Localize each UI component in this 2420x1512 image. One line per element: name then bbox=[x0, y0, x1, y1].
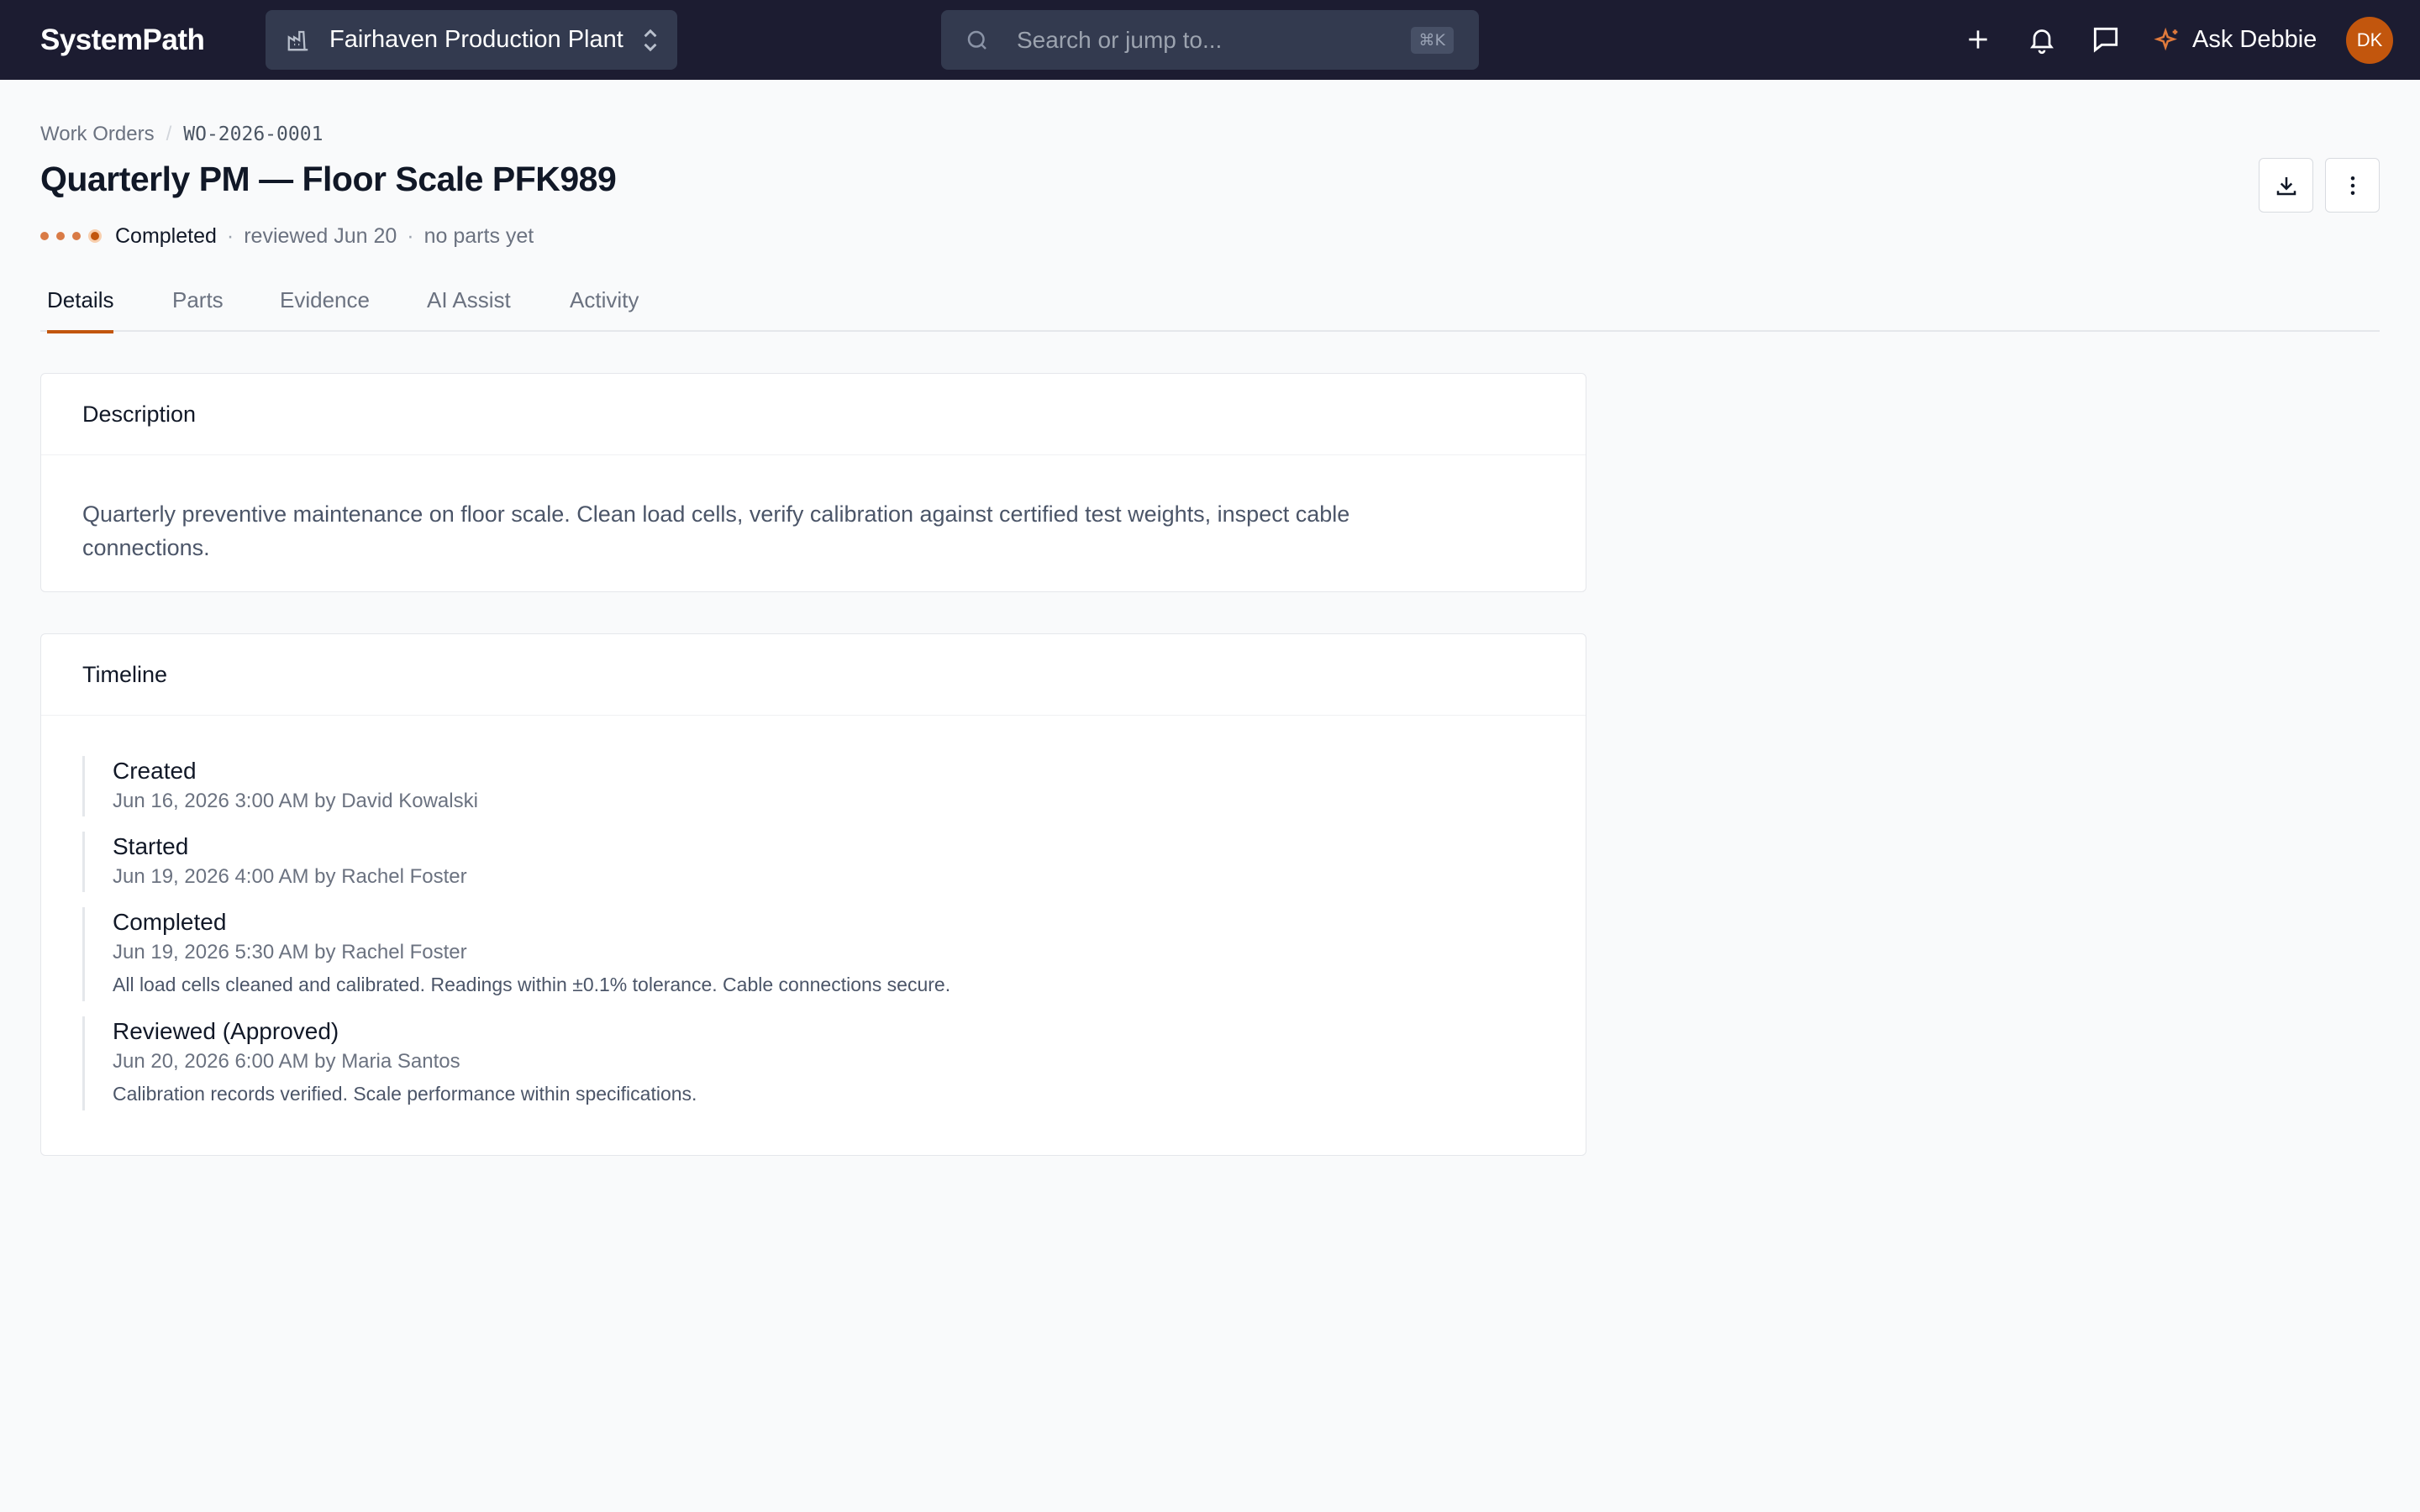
timeline-heading: Timeline bbox=[41, 634, 1586, 716]
timeline-event-title: Reviewed (Approved) bbox=[113, 1018, 339, 1044]
plus-icon bbox=[1969, 30, 1987, 49]
timeline-event-created: Created Jun 16, 2026 3:00 AM by David Ko… bbox=[82, 756, 1586, 816]
timeline-event-note: Calibration records verified. Scale perf… bbox=[113, 1083, 697, 1105]
timeline-event-started: Started Jun 19, 2026 4:00 AM by Rachel F… bbox=[82, 832, 1586, 892]
progress-step-current bbox=[88, 229, 102, 243]
messages-button[interactable] bbox=[2089, 23, 2123, 56]
tab-parts[interactable]: Parts bbox=[172, 269, 224, 332]
search-icon bbox=[967, 30, 986, 50]
plant-name: Fairhaven Production Plant bbox=[329, 26, 623, 53]
reviewed-date: reviewed Jun 20 bbox=[244, 223, 397, 248]
tab-ai-assist[interactable]: AI Assist bbox=[427, 269, 511, 332]
timeline-event-title: Completed bbox=[113, 909, 227, 935]
timeline-event-meta: Jun 19, 2026 4:00 AM by Rachel Foster bbox=[113, 865, 467, 888]
progress-step-dot bbox=[40, 232, 49, 240]
timeline-event-reviewed: Reviewed (Approved) Jun 20, 2026 6:00 AM… bbox=[82, 1016, 1586, 1110]
description-card: Description Quarterly preventive mainten… bbox=[40, 373, 1586, 592]
progress-steps bbox=[40, 229, 102, 243]
timeline-event-meta: Jun 16, 2026 3:00 AM by David Kowalski bbox=[113, 790, 478, 812]
timeline-event-completed: Completed Jun 19, 2026 5:30 AM by Rachel… bbox=[82, 907, 1586, 1001]
download-icon bbox=[2276, 176, 2296, 195]
kebab-menu-icon bbox=[2350, 176, 2354, 195]
breadcrumb-current: WO-2026-0001 bbox=[183, 123, 324, 145]
parts-status: no parts yet bbox=[424, 223, 534, 248]
tab-details[interactable]: Details bbox=[47, 269, 114, 333]
status-separator: · bbox=[226, 223, 234, 248]
progress-step-dot bbox=[72, 232, 81, 240]
download-button[interactable] bbox=[2259, 158, 2313, 213]
more-options-button[interactable] bbox=[2325, 158, 2380, 213]
notifications-button[interactable] bbox=[2025, 23, 2059, 56]
timeline-card: Timeline Created Jun 16, 2026 3:00 AM by… bbox=[40, 633, 1586, 1156]
description-text: Quarterly preventive maintenance on floo… bbox=[82, 501, 1350, 560]
description-heading: Description bbox=[41, 374, 1586, 455]
timeline-event-title: Created bbox=[113, 758, 197, 784]
top-nav: SystemPath Fairhaven Production Plant Se… bbox=[0, 0, 2420, 80]
plant-selector[interactable]: Fairhaven Production Plant bbox=[266, 10, 677, 70]
page-title: Quarterly PM — Floor Scale PFK989 bbox=[40, 160, 617, 198]
timeline-event-title: Started bbox=[113, 833, 189, 859]
breadcrumb-separator: / bbox=[166, 123, 172, 145]
timeline-event-note: All load cells cleaned and calibrated. R… bbox=[113, 974, 951, 995]
ask-debbie-button[interactable]: Ask Debbie bbox=[2154, 0, 2317, 80]
chat-icon bbox=[2093, 27, 2118, 53]
ask-debbie-label: Ask Debbie bbox=[2192, 26, 2317, 53]
chevron-updown-icon bbox=[644, 29, 657, 52]
tab-bar: Details Parts Evidence AI Assist Activit… bbox=[40, 269, 2380, 333]
tab-evidence[interactable]: Evidence bbox=[280, 269, 370, 332]
search-placeholder: Search or jump to... bbox=[1017, 26, 1223, 53]
user-avatar[interactable]: DK bbox=[2346, 17, 2393, 64]
breadcrumb: Work Orders / WO-2026-0001 bbox=[40, 120, 323, 149]
timeline-list: Created Jun 16, 2026 3:00 AM by David Ko… bbox=[41, 716, 1586, 1110]
tab-activity[interactable]: Activity bbox=[570, 269, 639, 332]
status-line: Completed · reviewed Jun 20 · no parts y… bbox=[40, 222, 534, 250]
status-badge: Completed bbox=[115, 223, 217, 248]
breadcrumb-work-orders[interactable]: Work Orders bbox=[40, 123, 155, 146]
timeline-event-meta: Jun 19, 2026 5:30 AM by Rachel Foster bbox=[113, 941, 467, 963]
progress-step-dot bbox=[56, 232, 65, 240]
search-input[interactable]: Search or jump to... ⌘K bbox=[941, 10, 1479, 70]
factory-icon bbox=[287, 30, 308, 50]
create-button[interactable] bbox=[1961, 23, 1995, 56]
bell-icon bbox=[2030, 29, 2054, 55]
brand-logo[interactable]: SystemPath bbox=[40, 0, 205, 80]
search-shortcut-badge: ⌘K bbox=[1410, 27, 1454, 54]
status-separator: · bbox=[407, 223, 414, 248]
sparkle-icon bbox=[2154, 27, 2178, 50]
timeline-event-meta: Jun 20, 2026 6:00 AM by Maria Santos bbox=[113, 1050, 460, 1073]
